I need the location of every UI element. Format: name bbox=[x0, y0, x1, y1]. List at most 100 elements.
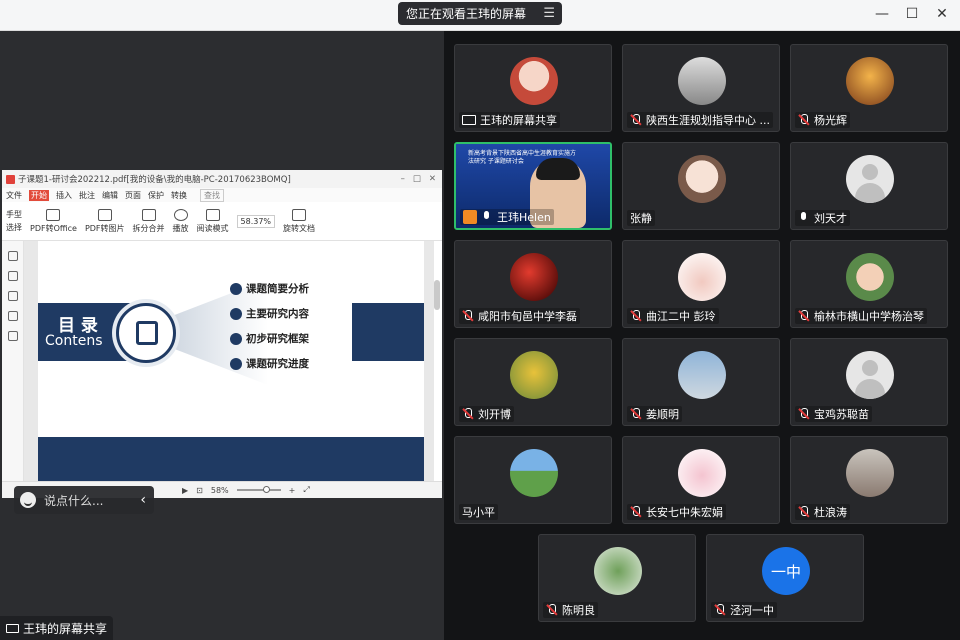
select-tool-button[interactable]: 选择 bbox=[6, 222, 22, 233]
participant-label: 泾河一中 bbox=[711, 602, 777, 618]
participant-name: 张静 bbox=[630, 212, 652, 225]
participant-label: 榆林市横山中学杨治琴 bbox=[795, 308, 927, 324]
fullscreen-icon[interactable]: ⤢ bbox=[303, 485, 309, 495]
participant-name: 马小平 bbox=[462, 506, 495, 519]
pdf-reader-window: 子课题1-研讨会202212.pdf[我的设备\我的电脑-PC-20170623… bbox=[2, 170, 442, 498]
screen-share-label-text: 王玮的屏幕共享 bbox=[23, 621, 108, 636]
avatar bbox=[678, 155, 726, 203]
minimize-icon[interactable]: — bbox=[874, 6, 890, 22]
mic-muted-icon bbox=[798, 310, 810, 322]
default-avatar-icon bbox=[846, 351, 894, 399]
participant-tile[interactable]: 刘开博 bbox=[454, 338, 612, 426]
list-icon[interactable]: ☰ bbox=[543, 6, 555, 21]
menu-start[interactable]: 开始 bbox=[29, 189, 49, 201]
avatar bbox=[678, 449, 726, 497]
slide-band-right bbox=[352, 303, 424, 361]
mic-muted-icon bbox=[462, 310, 474, 322]
participant-tile[interactable]: 一中 泾河一中 bbox=[706, 534, 864, 622]
mic-muted-icon bbox=[798, 506, 810, 518]
play-button[interactable]: 播放 bbox=[173, 208, 189, 234]
avatar bbox=[678, 57, 726, 105]
convert-icon bbox=[46, 208, 61, 221]
chevron-left-icon[interactable]: ‹ bbox=[140, 492, 154, 508]
menu-protect[interactable]: 保护 bbox=[148, 190, 164, 201]
participant-tile[interactable]: 榆林市横山中学杨治琴 bbox=[790, 240, 948, 328]
participant-tile[interactable]: 新高考背景下陕西省高中生涯教育实施方法研究 子课题研讨会 王玮Helen bbox=[454, 142, 612, 230]
rotate-icon bbox=[292, 208, 307, 221]
close-icon[interactable]: ✕ bbox=[934, 6, 950, 22]
participant-tile[interactable]: 姜顺明 bbox=[622, 338, 780, 426]
book-icon bbox=[205, 208, 220, 221]
participant-name: 曲江二中 彭玲 bbox=[646, 310, 716, 323]
participant-tile[interactable]: 宝鸡苏聪苗 bbox=[790, 338, 948, 426]
menu-edit[interactable]: 编辑 bbox=[102, 190, 118, 201]
participant-name: 刘开博 bbox=[478, 408, 511, 421]
fit-page-icon[interactable]: ⊡ bbox=[196, 486, 203, 495]
maximize-icon[interactable]: ☐ bbox=[904, 6, 920, 22]
menu-file[interactable]: 文件 bbox=[6, 190, 22, 201]
comment-icon[interactable] bbox=[7, 291, 18, 301]
participant-tile[interactable]: 陕西生涯规划指导中心 ... bbox=[622, 44, 780, 132]
maximize-icon[interactable]: □ bbox=[413, 174, 421, 184]
zoom-slider-knob[interactable] bbox=[262, 486, 270, 493]
bookmark-icon[interactable] bbox=[7, 251, 18, 261]
pdf-app-icon bbox=[6, 174, 15, 184]
reading-mode-label: 阅读模式 bbox=[196, 223, 229, 233]
screen-share-icon bbox=[462, 115, 476, 125]
participant-tile[interactable]: 陈明良 bbox=[538, 534, 696, 622]
close-icon[interactable]: ✕ bbox=[429, 174, 436, 184]
play-icon bbox=[173, 208, 188, 221]
participant-name: 杨光辉 bbox=[814, 114, 847, 127]
split-merge-button[interactable]: 拆分合并 bbox=[133, 208, 165, 234]
participant-tile[interactable]: 张静 bbox=[622, 142, 780, 230]
zoom-in-icon[interactable]: + bbox=[289, 486, 296, 495]
pdf-scrollbar[interactable] bbox=[434, 280, 440, 310]
pdf-to-office-button[interactable]: PDF转Office bbox=[30, 208, 77, 234]
menu-convert[interactable]: 转换 bbox=[171, 190, 187, 201]
menu-annotate[interactable]: 批注 bbox=[79, 190, 95, 201]
minimize-icon[interactable]: – bbox=[401, 174, 405, 184]
participant-tile[interactable]: 咸阳市旬邑中学李磊 bbox=[454, 240, 612, 328]
thumbnail-icon[interactable] bbox=[7, 271, 18, 281]
status-zoom[interactable]: 58% bbox=[211, 486, 229, 495]
slide-doc-badge bbox=[116, 303, 176, 363]
menu-insert[interactable]: 插入 bbox=[56, 190, 72, 201]
participant-tile[interactable]: 马小平 bbox=[454, 436, 612, 524]
avatar bbox=[846, 449, 894, 497]
participant-tile[interactable]: 杨光辉 bbox=[790, 44, 948, 132]
search-input[interactable]: 查找 bbox=[200, 188, 224, 202]
mic-muted-icon bbox=[798, 408, 810, 420]
avatar bbox=[510, 57, 558, 105]
pdf-side-panel bbox=[2, 241, 24, 481]
participant-name: 泾河一中 bbox=[730, 604, 774, 617]
mic-muted-icon bbox=[714, 604, 726, 616]
pdf-document-title: 子课题1-研讨会202212.pdf[我的设备\我的电脑-PC-20170623… bbox=[18, 175, 291, 185]
hand-tool-button[interactable]: 手型 bbox=[6, 209, 22, 220]
slide-item: 课题简要分析 bbox=[230, 281, 309, 296]
participant-tile[interactable]: 刘天才 bbox=[790, 142, 948, 230]
rotate-document-button[interactable]: 旋转文档 bbox=[283, 208, 315, 234]
attachment-icon[interactable] bbox=[7, 311, 18, 321]
pdf-to-image-button[interactable]: PDF转图片 bbox=[84, 208, 125, 234]
avatar bbox=[510, 351, 558, 399]
pdf-to-image-label: PDF转图片 bbox=[84, 223, 125, 233]
stamp-icon[interactable] bbox=[7, 331, 18, 341]
play-icon[interactable]: ▶ bbox=[182, 486, 188, 495]
participant-tile[interactable]: 长安七中朱宏娟 bbox=[622, 436, 780, 524]
menu-page[interactable]: 页面 bbox=[125, 190, 141, 201]
zoom-level-input[interactable]: 58.37% bbox=[236, 214, 276, 228]
zoom-slider[interactable] bbox=[236, 486, 281, 493]
slide-item-text: 课题简要分析 bbox=[246, 283, 309, 295]
reading-mode-button[interactable]: 阅读模式 bbox=[196, 208, 229, 234]
screen-share-label: 王玮的屏幕共享 bbox=[0, 616, 114, 640]
mic-muted-icon bbox=[630, 506, 642, 518]
sharing-status-pill[interactable]: 您正在观看王玮的屏幕 ☰ bbox=[398, 2, 562, 25]
participant-tile[interactable]: 杜浪涛 bbox=[790, 436, 948, 524]
emoji-icon[interactable] bbox=[20, 492, 36, 508]
participant-tile[interactable]: 曲江二中 彭玲 bbox=[622, 240, 780, 328]
bullet-icon bbox=[230, 307, 242, 320]
chat-input[interactable]: 说点什么... ‹ bbox=[14, 486, 154, 514]
participant-tile[interactable]: 王玮的屏幕共享 bbox=[454, 44, 612, 132]
mic-icon bbox=[481, 211, 493, 223]
pdf-toolbar: 手型 选择 PDF转Office PDF转图片 拆分合并 播放 阅读模式 58.… bbox=[2, 202, 442, 241]
